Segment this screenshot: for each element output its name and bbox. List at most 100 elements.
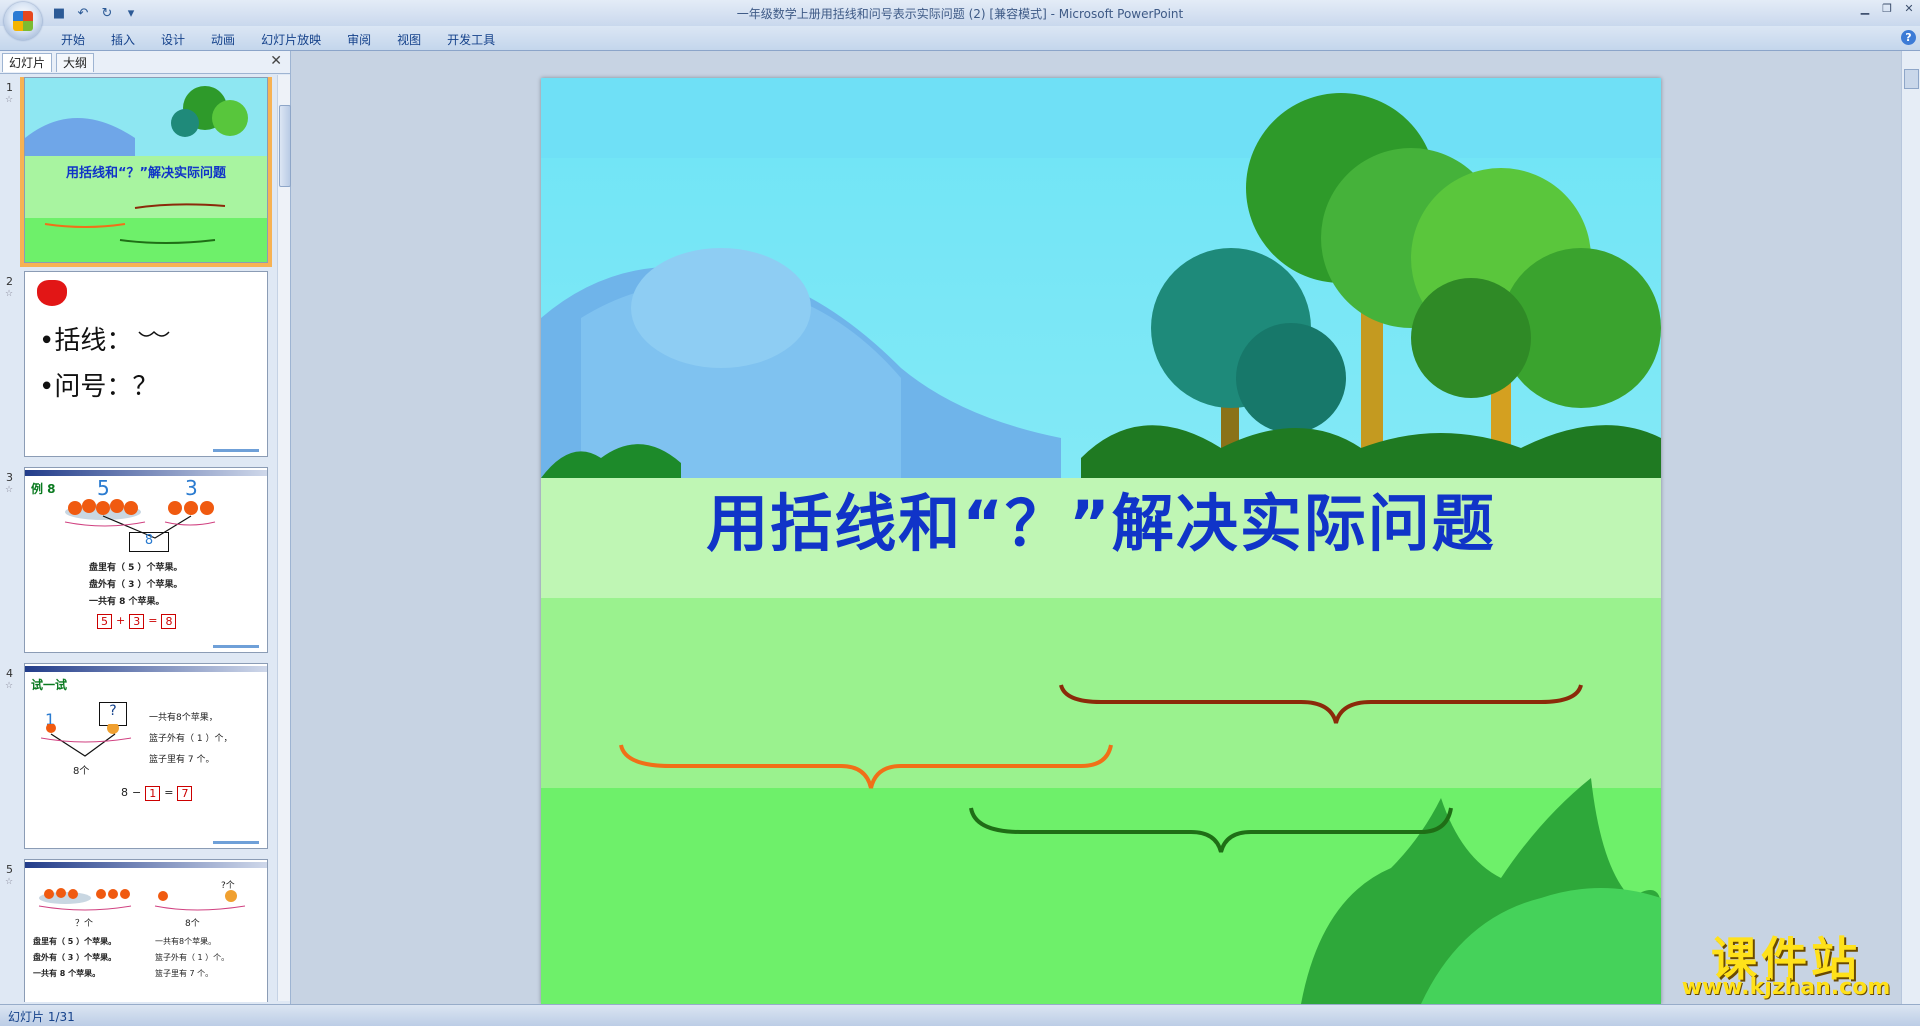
minimize-icon[interactable]: ▁	[1854, 0, 1876, 16]
thumbnail-canvas: 例 8 5 3 8 盘里有（ 5 ）个苹果。 盘外有（ 3 ）个苹果。 一共有 …	[24, 467, 268, 653]
thumbnail-line: 一共有 8 个苹果。	[89, 597, 165, 607]
footer-link	[213, 841, 259, 844]
thumbnail-canvas: ？个 8个 ?个 盘里有（ 5 ）个苹果。 盘外有（ 3 ）个苹果。 一共有 8…	[24, 859, 268, 1002]
thumbnail-list: 1 ☆ 用括线和“？”解决实际问题 2 ☆ •括线： •问号：？ 3 ☆ 例 8…	[0, 77, 275, 1002]
answer-box: 8	[129, 532, 169, 552]
slide-number: 1	[6, 81, 13, 94]
apple-icon	[37, 280, 67, 306]
restore-icon[interactable]: ❐	[1876, 0, 1898, 16]
equation-term: 8	[161, 614, 177, 629]
window-title: 一年级数学上册用括线和问号表示实际问题 (2) [兼容模式] - Microso…	[736, 7, 1184, 21]
tab-slideshow[interactable]: 幻灯片放映	[248, 29, 334, 50]
split-diagram	[41, 724, 132, 757]
thumbnail-line: 一共有 8 个苹果。	[33, 969, 101, 978]
tab-outline[interactable]: 大纲	[56, 53, 95, 72]
thumbnail-title: 用括线和“？”解决实际问题	[65, 166, 227, 181]
thumbnail-line: 盘里有（ 5 ）个苹果。	[33, 937, 117, 946]
thumbnail-line: 盘外有（ 3 ）个苹果。	[33, 953, 117, 962]
thumbnail-canvas: 试一试 1 ? 8个 一共有8个苹果， 篮子外有（ 1 ）个， 篮子里有 7 个…	[24, 663, 268, 849]
status-bar: 幻灯片 1/31	[0, 1004, 1920, 1026]
thumbnail-lines: 盘里有（ 5 ）个苹果。 盘外有（ 3 ）个苹果。 一共有 8 个苹果。	[33, 934, 116, 982]
thumbnail-label: 8个	[185, 919, 200, 929]
watermark-logo: 课件站 www.kjzhan.com	[1670, 923, 1902, 1003]
equation-term: 1	[145, 786, 161, 801]
slide-title[interactable]: 用括线和“？”解决实际问题	[541, 473, 1661, 563]
footer-link	[213, 645, 259, 648]
tab-view[interactable]: 视图	[384, 29, 434, 50]
thumbnail-canvas: 用括线和“？”解决实际问题	[20, 77, 272, 267]
slide-thumbnail-2[interactable]: 2 ☆ •括线： •问号：？	[0, 271, 275, 463]
header-band	[25, 666, 267, 672]
equation-term: 3	[129, 614, 145, 629]
ribbon: 开始 插入 设计 动画 幻灯片放映 审阅 视图 开发工具 ?	[0, 26, 1920, 51]
thumbnail-line: 篮子里有 7 个。	[155, 969, 214, 978]
slide-number: 4	[6, 667, 13, 680]
equation-op: =	[148, 614, 158, 627]
tab-review[interactable]: 审阅	[334, 29, 384, 50]
equation-op: −	[132, 786, 142, 799]
office-logo-icon	[13, 11, 33, 31]
slide-canvas[interactable]: 用括线和“？”解决实际问题	[541, 78, 1661, 1004]
thumbnail-line: 篮子里有 7 个。	[149, 755, 215, 765]
transition-star-icon: ☆	[5, 877, 14, 887]
thumbnail-line: 篮子外有（ 1 ）个。	[155, 953, 230, 962]
slide-thumbnail-5[interactable]: 5 ☆ ？个 8个 ?个 盘里有（ 5 ）个苹果。 盘外有（ 3 ）个苹果。 一…	[0, 859, 275, 1002]
scroll-thumb[interactable]	[1904, 69, 1919, 89]
tab-home[interactable]: 开始	[48, 29, 98, 50]
pane-scrollbar[interactable]	[277, 75, 291, 1001]
thumbnail-line: 一共有8个苹果。	[155, 937, 217, 946]
thumbnail-line: 一共有8个苹果，	[149, 713, 218, 723]
question-box: ?	[99, 702, 127, 726]
thumbnail-number: 3	[185, 476, 198, 500]
transition-star-icon: ☆	[5, 485, 14, 495]
pane-tabs: 幻灯片 大纲 ✕	[0, 51, 290, 74]
tab-animations[interactable]: 动画	[198, 29, 248, 50]
editor-scrollbar[interactable]	[1901, 51, 1920, 1004]
tab-slides[interactable]: 幻灯片	[2, 53, 53, 72]
thumbnail-equation: 5 + 3 = 8	[97, 614, 177, 629]
slide-counter: 幻灯片 1/31	[8, 1010, 75, 1024]
slide-editor: 用括线和“？”解决实际问题	[291, 51, 1900, 1004]
slide-number: 3	[6, 471, 13, 484]
office-button[interactable]	[4, 2, 42, 40]
thumbnail-lines: 盘里有（ 5 ）个苹果。 盘外有（ 3 ）个苹果。 一共有 8 个苹果。	[89, 560, 183, 611]
thumbnail-line: 盘里有（ 5 ）个苹果。	[89, 563, 183, 573]
equation-op: +	[116, 614, 126, 627]
ribbon-tabs: 开始 插入 设计 动画 幻灯片放映 审阅 视图 开发工具	[48, 29, 508, 50]
close-pane-icon[interactable]: ✕	[270, 53, 282, 69]
equation-term: 8	[121, 786, 128, 799]
thumbnail-line: 篮子外有（ 1 ）个，	[149, 734, 233, 744]
thumbnail-label: ？个	[75, 919, 94, 929]
thumbnail-number: 5	[97, 476, 110, 500]
title-bar: ■ ↶ ↻ ▾ 一年级数学上册用括线和问号表示实际问题 (2) [兼容模式] -…	[0, 0, 1920, 26]
tab-insert[interactable]: 插入	[98, 29, 148, 50]
thumbnail-heading: 试一试	[31, 678, 68, 692]
window-controls: ▁ ❐ ✕	[1854, 0, 1920, 16]
tab-developer[interactable]: 开发工具	[434, 29, 508, 50]
brace-icon	[138, 330, 170, 337]
equation-op: =	[164, 786, 174, 799]
tab-design[interactable]: 设计	[148, 29, 198, 50]
slide-thumbnail-1[interactable]: 1 ☆ 用括线和“？”解决实际问题	[0, 77, 275, 269]
slides-pane: 幻灯片 大纲 ✕ 1 ☆ 用括线和“？”解决实际问题 2 ☆ •括线： •问号：…	[0, 51, 291, 1004]
close-icon[interactable]: ✕	[1898, 0, 1920, 16]
transition-star-icon: ☆	[5, 681, 14, 691]
slide-number: 2	[6, 275, 13, 288]
thumbnail-canvas: •括线： •问号：？	[24, 271, 268, 457]
help-icon[interactable]: ?	[1901, 30, 1916, 45]
transition-star-icon: ☆	[5, 289, 14, 299]
thumbnail-label: ?个	[221, 881, 235, 891]
thumbnail-line: •括线：	[39, 326, 133, 356]
slide-thumbnail-4[interactable]: 4 ☆ 试一试 1 ? 8个 一共有8个苹果， 篮子外有（ 1 ）个， 篮子里有…	[0, 663, 275, 855]
slide-thumbnail-3[interactable]: 3 ☆ 例 8 5 3 8 盘里有（ 5 ）个苹果。 盘外有（ 3 ）个苹果。 …	[0, 467, 275, 659]
equation-term: 7	[177, 786, 193, 801]
transition-star-icon: ☆	[5, 95, 14, 105]
thumbnail-line: 盘外有（ 3 ）个苹果。	[89, 580, 183, 590]
thumbnail-equation: 8 − 1 = 7	[121, 786, 193, 801]
header-band	[25, 470, 267, 476]
watermark-url: www.kjzhan.com	[1681, 975, 1891, 1000]
thumbnail-lines: 一共有8个苹果， 篮子外有（ 1 ）个， 篮子里有 7 个。	[149, 708, 232, 771]
scroll-thumb[interactable]	[279, 105, 291, 187]
header-band	[25, 862, 267, 868]
thumbnail-heading: 例 8	[31, 482, 56, 496]
